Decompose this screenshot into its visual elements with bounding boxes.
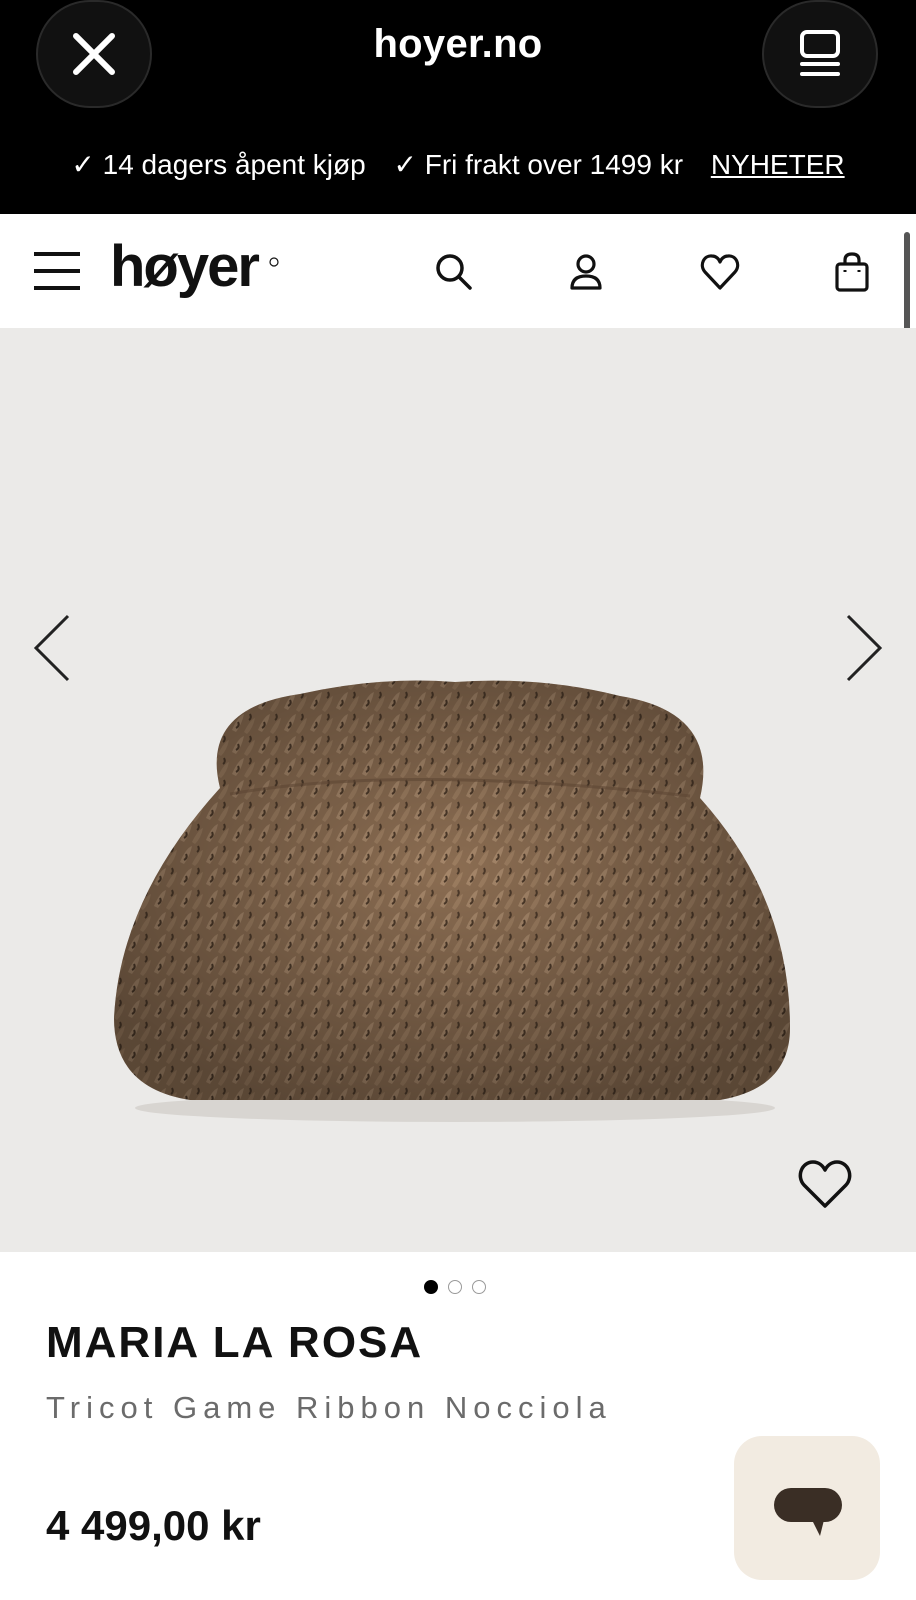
product-price: 4 499,00 kr bbox=[46, 1502, 261, 1549]
chat-icon bbox=[774, 1488, 842, 1536]
news-link[interactable]: NYHETER bbox=[711, 149, 845, 180]
promo-open-purchase: ✓ 14 dagers åpent kjøp bbox=[71, 149, 366, 180]
tabs-button[interactable] bbox=[762, 0, 878, 108]
chevron-right-icon[interactable] bbox=[840, 608, 890, 688]
browser-top-bar: hoyer.no ✓ 14 dagers åpent kjøp ✓ Fri fr… bbox=[0, 0, 916, 214]
logo-text: høyer bbox=[110, 236, 259, 299]
tabs-icon bbox=[800, 30, 840, 76]
carousel-dot-2[interactable] bbox=[448, 1280, 462, 1294]
wishlist-icon[interactable] bbox=[698, 250, 742, 294]
carousel-dot-1[interactable] bbox=[424, 1280, 438, 1294]
product-photo bbox=[114, 680, 790, 1122]
chevron-left-icon[interactable] bbox=[26, 608, 76, 688]
cart-icon[interactable] bbox=[830, 250, 874, 294]
product-brand[interactable]: MARIA LA ROSA bbox=[46, 1318, 423, 1368]
carousel-dot-3[interactable] bbox=[472, 1280, 486, 1294]
product-image-carousel[interactable] bbox=[0, 328, 916, 1252]
chat-button[interactable] bbox=[734, 1436, 880, 1580]
add-to-wishlist-icon[interactable] bbox=[796, 1158, 854, 1210]
promo-banner: ✓ 14 dagers åpent kjøp ✓ Fri frakt over … bbox=[0, 148, 916, 181]
site-header: høyer bbox=[0, 214, 916, 329]
product-name: Tricot Game Ribbon Nocciola bbox=[46, 1390, 612, 1425]
carousel-indicator bbox=[424, 1280, 486, 1294]
account-icon[interactable] bbox=[564, 250, 608, 294]
promo-free-shipping: ✓ Fri frakt over 1499 kr bbox=[393, 149, 684, 180]
hoyer-logo[interactable]: høyer bbox=[110, 236, 290, 314]
search-icon[interactable] bbox=[432, 250, 476, 294]
menu-icon[interactable] bbox=[32, 248, 82, 294]
